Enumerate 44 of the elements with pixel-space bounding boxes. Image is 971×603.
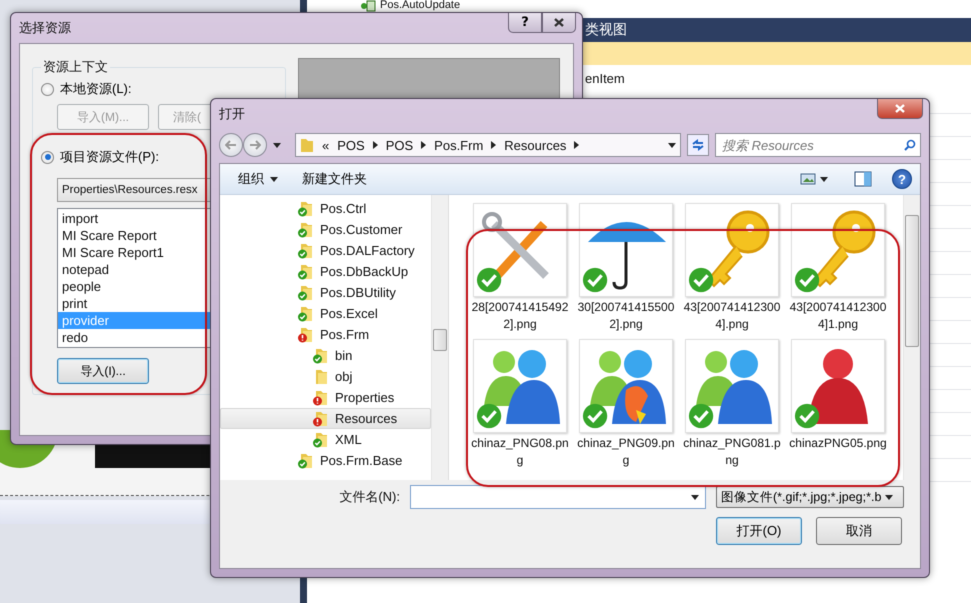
folder-item[interactable]: Pos.Customer xyxy=(220,219,431,240)
file-name[interactable]: 30[2007414155002].png xyxy=(576,299,676,333)
search-field[interactable]: 搜索 Resources xyxy=(715,133,921,157)
help-button[interactable]: ? xyxy=(508,13,542,33)
folder-item[interactable]: Properties xyxy=(220,387,431,408)
file-name[interactable]: chinaz_PNG081.png xyxy=(682,435,782,469)
organize-menu[interactable]: 组织 xyxy=(228,167,288,191)
folder-item[interactable]: Resources xyxy=(220,408,431,429)
file-name[interactable]: 43[2007414123004]1.png xyxy=(788,299,888,333)
new-folder-button[interactable]: 新建文件夹 xyxy=(292,167,377,191)
tree-item[interactable]: Pos.AutoUpdate xyxy=(380,0,460,11)
folder-item[interactable]: Pos.DBUtility xyxy=(220,282,431,303)
file-name[interactable]: 43[2007414123004].png xyxy=(682,299,782,333)
folder-item[interactable]: bin xyxy=(220,345,431,366)
import-button[interactable]: 导入(I)... xyxy=(57,358,149,384)
radio-option[interactable]: 本地资源(L): xyxy=(41,80,277,98)
breadcrumb-item[interactable]: Resources xyxy=(504,138,566,152)
file-name[interactable]: chinaz_PNG09.png xyxy=(576,435,676,469)
file-name[interactable]: 28[2007414154922].png xyxy=(470,299,570,333)
breadcrumb-item[interactable]: POS xyxy=(337,138,365,152)
breadcrumb-item[interactable]: POS xyxy=(386,138,414,152)
help-button[interactable]: ? xyxy=(892,169,912,189)
file-type-dropdown[interactable]: 图像文件(*.gif;*.jpg;*.jpeg;*.b xyxy=(716,486,904,508)
folder-item[interactable]: Pos.Ctrl xyxy=(220,198,431,219)
window-title: 选择资源 xyxy=(19,19,71,37)
dialog-button[interactable]: 打开(O) xyxy=(716,517,802,545)
address-bar[interactable]: « POS POS Pos.Frm Resources xyxy=(295,133,681,157)
folder-item[interactable]: Pos.Frm.Base xyxy=(220,450,431,471)
search-input[interactable]: 搜索 Resources xyxy=(720,136,904,154)
group-title: 资源上下文 xyxy=(42,58,109,76)
file-name[interactable]: chinazPNG05.png xyxy=(788,435,888,452)
folder-item[interactable]: Pos.DALFactory xyxy=(220,240,431,261)
folder-item[interactable]: Pos.DbBackUp xyxy=(220,261,431,282)
file-dropdown[interactable]: Properties\Resources.resx xyxy=(57,178,213,202)
class-view-header: 类视图 xyxy=(583,18,971,42)
breadcrumb-item[interactable]: Pos.Frm xyxy=(434,138,484,152)
class-view-item[interactable]: enItem xyxy=(583,65,971,91)
window-title: 打开 xyxy=(219,105,245,123)
folder-item[interactable]: XML xyxy=(220,429,431,450)
file-name[interactable]: chinaz_PNG08.png xyxy=(470,435,570,469)
folder-item[interactable]: obj xyxy=(220,366,431,387)
dialog-button[interactable]: 取消 xyxy=(816,517,902,545)
file-name-label: 文件名(N): xyxy=(339,488,400,506)
overflow-chevron[interactable]: « xyxy=(322,138,330,152)
